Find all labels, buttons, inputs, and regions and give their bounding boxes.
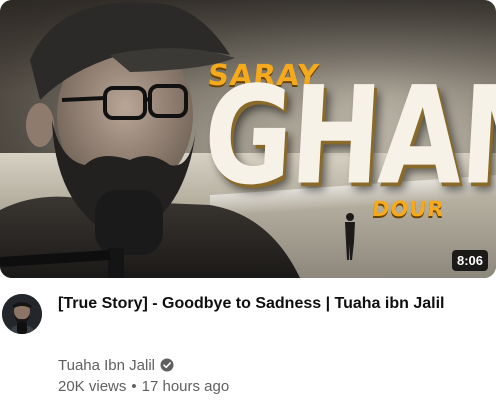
upload-age: 17 hours ago <box>141 378 230 395</box>
thumbnail-text-dour: DOUR <box>370 197 446 221</box>
walking-figure <box>345 213 355 260</box>
channel-avatar[interactable] <box>2 294 42 334</box>
channel-name[interactable]: Tuaha Ibn Jalil <box>58 357 155 374</box>
video-thumbnail[interactable]: SARAY GHAM DOUR 8:06 <box>0 0 496 278</box>
duration-badge: 8:06 <box>451 250 488 271</box>
view-count: 20K views <box>58 378 127 395</box>
channel-row: Tuaha Ibn Jalil <box>58 354 174 376</box>
avatar-image <box>2 294 42 334</box>
verified-badge-icon <box>160 358 174 372</box>
video-metadata: 20K views • 17 hours ago <box>58 378 229 395</box>
meta-separator: • <box>131 378 137 395</box>
video-title[interactable]: [True Story] - Goodbye to Sadness | Tuah… <box>58 292 483 316</box>
thumbnail-text-gham: GHAM <box>199 58 496 215</box>
video-card[interactable]: SARAY GHAM DOUR 8:06 [True Story] - Good… <box>0 0 496 403</box>
